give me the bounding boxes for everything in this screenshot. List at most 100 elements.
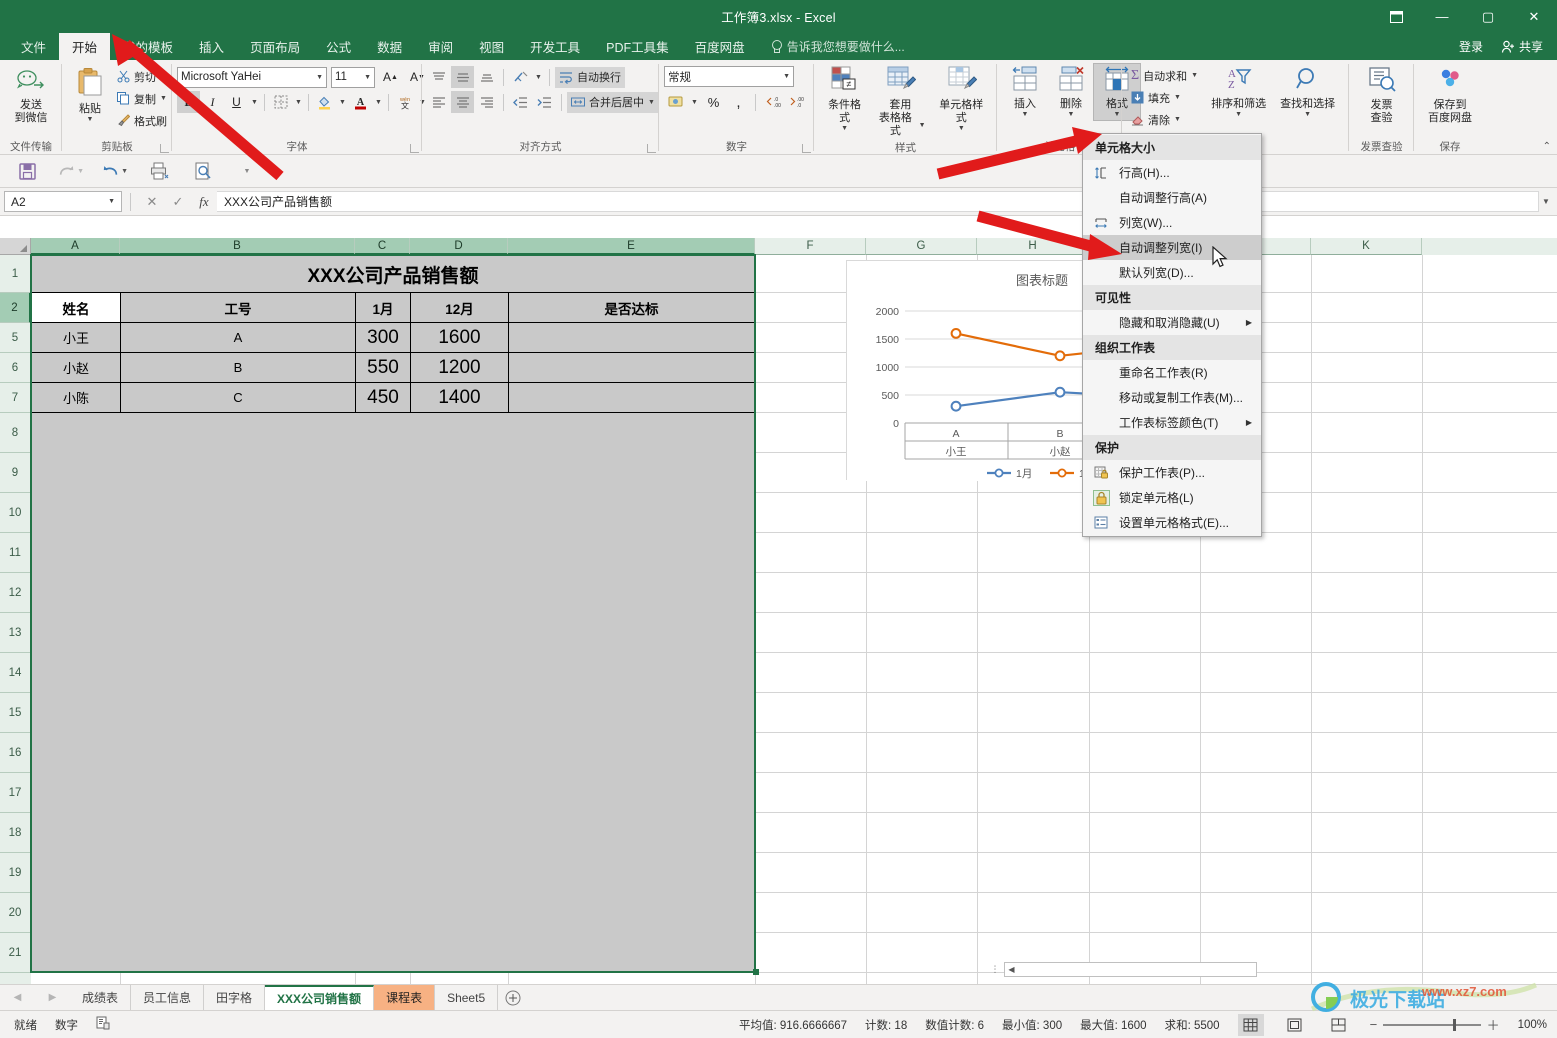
formula-input[interactable]: XXX公司产品销售额 bbox=[217, 191, 1539, 212]
font-name-dropdown-icon[interactable]: ▼ bbox=[316, 74, 323, 81]
save-to-baidu-button[interactable]: 保存到 百度网盘 bbox=[1423, 65, 1477, 127]
delete-dropdown-icon[interactable]: ▼ bbox=[1068, 111, 1075, 118]
select-all-button[interactable] bbox=[0, 238, 31, 255]
align-right-button[interactable] bbox=[475, 91, 498, 113]
column-header-B[interactable]: B bbox=[120, 238, 355, 255]
conditional-format-button[interactable]: ≠ 条件格式 ▼ bbox=[819, 64, 870, 134]
menu-item-autofit-column-width[interactable]: 自动调整列宽(I) bbox=[1083, 235, 1261, 260]
align-center-button[interactable] bbox=[451, 91, 474, 113]
column-header-D[interactable]: D bbox=[410, 238, 508, 255]
decrease-indent-button[interactable] bbox=[509, 91, 532, 113]
menu-item-rename-sheet[interactable]: 重命名工作表(R) bbox=[1083, 360, 1261, 385]
row-header-10[interactable]: 10 bbox=[0, 493, 31, 533]
borders-button[interactable] bbox=[269, 91, 292, 113]
row-header-8[interactable]: 8 bbox=[0, 413, 31, 453]
alignment-dialog-launcher[interactable] bbox=[647, 144, 656, 153]
column-header-G[interactable]: G bbox=[866, 238, 977, 255]
align-middle-button[interactable] bbox=[451, 66, 474, 88]
maximize-button[interactable]: ▢ bbox=[1465, 0, 1511, 33]
conditional-format-dropdown-icon[interactable]: ▼ bbox=[841, 125, 848, 132]
minimize-button[interactable]: — bbox=[1419, 0, 1465, 33]
paste-dropdown-icon[interactable]: ▼ bbox=[87, 116, 94, 123]
table-cell-ok-3[interactable] bbox=[508, 382, 755, 413]
increase-indent-button[interactable] bbox=[533, 91, 556, 113]
row-header-6[interactable]: 6 bbox=[0, 353, 31, 383]
clear-dropdown-icon[interactable]: ▼ bbox=[1174, 116, 1181, 123]
column-header-F[interactable]: F bbox=[755, 238, 866, 255]
menu-item-lock-cell[interactable]: 锁定单元格(L) bbox=[1083, 485, 1261, 510]
format-painter-button[interactable]: 格式刷 bbox=[113, 110, 171, 131]
tab-pdf-tools[interactable]: PDF工具集 bbox=[593, 33, 682, 60]
table-cell-name-2[interactable]: 小赵 bbox=[31, 352, 121, 383]
quick-print-icon[interactable] bbox=[146, 159, 172, 183]
sheet-tab-xxx-sales[interactable]: XXX公司销售额 bbox=[265, 985, 375, 1010]
borders-dropdown-icon[interactable]: ▼ bbox=[293, 91, 304, 113]
table-cell-jan-2[interactable]: 550 bbox=[355, 352, 411, 383]
row-header-20[interactable]: 20 bbox=[0, 893, 31, 933]
sheet-tab-kechengbiao[interactable]: 课程表 bbox=[374, 985, 436, 1010]
merge-center-button[interactable]: 合并后居中 ▼ bbox=[567, 91, 659, 113]
name-box-dropdown-icon[interactable]: ▼ bbox=[108, 198, 115, 205]
cell-styles-dropdown-icon[interactable]: ▼ bbox=[958, 125, 965, 132]
sheet-tab-sheet5[interactable]: Sheet5 bbox=[435, 985, 499, 1010]
cell-area[interactable]: XXX公司产品销售额 姓名 工号 1月 12月 是否达标 小王 A 300 16… bbox=[30, 254, 1557, 990]
row-header-19[interactable]: 19 bbox=[0, 853, 31, 893]
insert-dropdown-icon[interactable]: ▼ bbox=[1022, 111, 1029, 118]
align-bottom-button[interactable] bbox=[475, 66, 498, 88]
autosum-button[interactable]: Σ 自动求和 ▼ bbox=[1127, 65, 1202, 86]
table-cell-jan-1[interactable]: 300 bbox=[355, 322, 411, 353]
insert-cells-button[interactable]: 插入 ▼ bbox=[1002, 64, 1048, 120]
menu-item-move-copy-sheet[interactable]: 移动或复制工作表(M)... bbox=[1083, 385, 1261, 410]
accounting-format-button[interactable] bbox=[664, 91, 687, 113]
table-cell-id-2[interactable]: B bbox=[120, 352, 356, 383]
column-header-K[interactable]: K bbox=[1311, 238, 1422, 255]
row-header-14[interactable]: 14 bbox=[0, 653, 31, 693]
row-header-11[interactable]: 11 bbox=[0, 533, 31, 573]
expand-formula-bar-icon[interactable]: ▼ bbox=[1539, 197, 1553, 206]
close-button[interactable]: ✕ bbox=[1511, 0, 1557, 33]
next-sheet-icon[interactable]: ▶ bbox=[49, 992, 57, 1003]
tab-page-layout[interactable]: 页面布局 bbox=[237, 33, 313, 60]
fill-color-dropdown-icon[interactable]: ▼ bbox=[337, 91, 348, 113]
find-select-dropdown-icon[interactable]: ▼ bbox=[1304, 111, 1311, 118]
sort-filter-button[interactable]: AZ 排序和筛选 ▼ bbox=[1206, 64, 1271, 120]
insert-function-icon[interactable]: fx bbox=[191, 191, 217, 212]
column-header-A[interactable]: A bbox=[31, 238, 120, 255]
number-format-select[interactable]: 常规 ▼ bbox=[664, 66, 794, 87]
tab-developer[interactable]: 开发工具 bbox=[517, 33, 593, 60]
font-size-input[interactable]: 11 ▼ bbox=[331, 66, 375, 88]
tab-my-templates[interactable]: 我的模板 bbox=[110, 33, 186, 60]
menu-item-format-cells[interactable]: 设置单元格格式(E)... bbox=[1083, 510, 1261, 535]
tab-insert[interactable]: 插入 bbox=[186, 33, 237, 60]
fill-color-button[interactable] bbox=[313, 91, 336, 113]
cut-button[interactable]: 剪切 bbox=[113, 66, 171, 87]
table-header-name[interactable]: 姓名 bbox=[31, 292, 121, 323]
collapse-ribbon-icon[interactable]: ⌃ bbox=[1543, 141, 1551, 152]
table-header-jan[interactable]: 1月 bbox=[355, 292, 411, 323]
copy-button[interactable]: 复制 ▼ bbox=[113, 88, 171, 109]
table-format-dropdown-icon[interactable]: ▼ bbox=[919, 122, 926, 129]
row-header-17[interactable]: 17 bbox=[0, 773, 31, 813]
undo-icon[interactable]: ▼ bbox=[102, 159, 128, 183]
tab-review[interactable]: 审阅 bbox=[415, 33, 466, 60]
orientation-dropdown-icon[interactable]: ▼ bbox=[533, 66, 544, 88]
paste-button[interactable]: 粘贴 ▼ bbox=[67, 64, 113, 125]
menu-item-hide-unhide[interactable]: 隐藏和取消隐藏(U) ▶ bbox=[1083, 310, 1261, 335]
fill-dropdown-icon[interactable]: ▼ bbox=[1174, 94, 1181, 101]
fill-button[interactable]: 填充 ▼ bbox=[1127, 87, 1202, 108]
table-cell-ok-1[interactable] bbox=[508, 322, 755, 353]
number-format-dropdown-icon[interactable]: ▼ bbox=[783, 73, 790, 80]
orientation-button[interactable] bbox=[509, 66, 532, 88]
ribbon-display-options-icon[interactable] bbox=[1373, 0, 1419, 33]
clipboard-dialog-launcher[interactable] bbox=[160, 144, 169, 153]
percent-style-button[interactable]: % bbox=[702, 91, 725, 113]
table-header-id[interactable]: 工号 bbox=[120, 292, 356, 323]
bold-button[interactable]: B bbox=[177, 91, 200, 113]
menu-item-default-width[interactable]: 默认列宽(D)... bbox=[1083, 260, 1261, 285]
table-cell-dec-1[interactable]: 1600 bbox=[410, 322, 509, 353]
row-header-5[interactable]: 5 bbox=[0, 323, 31, 353]
table-title-cell[interactable]: XXX公司产品销售额 bbox=[32, 256, 754, 292]
signin-link[interactable]: 登录 bbox=[1459, 38, 1483, 55]
row-header-1[interactable]: 1 bbox=[0, 255, 31, 293]
cell-styles-button[interactable]: 单元格样式 ▼ bbox=[931, 64, 992, 134]
